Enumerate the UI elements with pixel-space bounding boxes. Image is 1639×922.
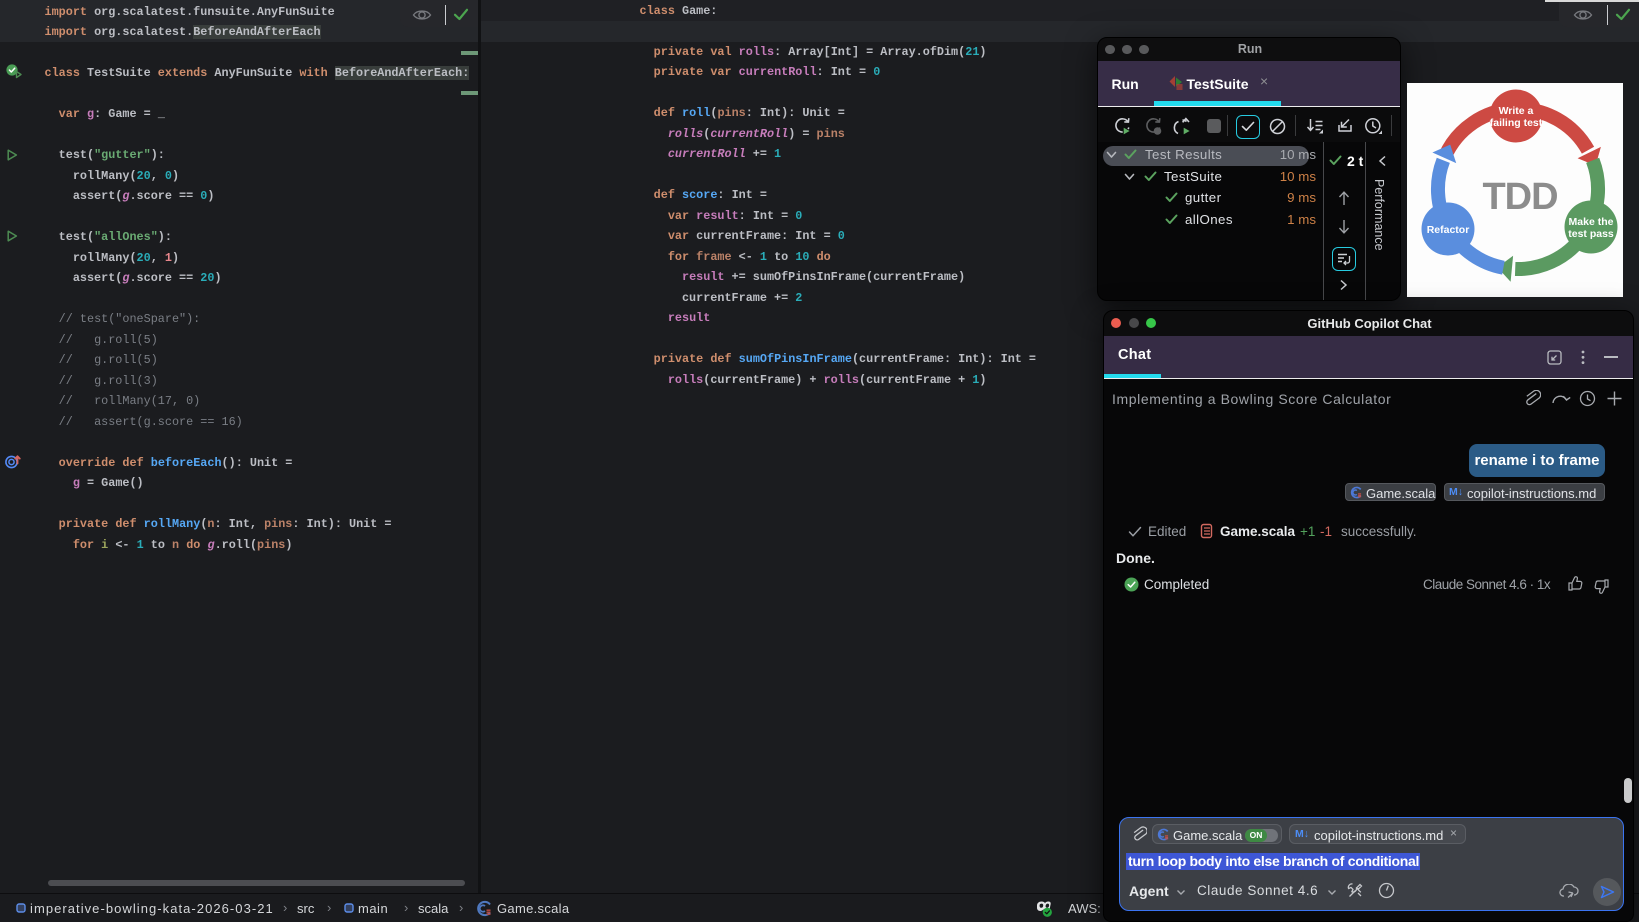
svg-text:TDD: TDD [1482, 176, 1557, 218]
svg-text:Refactor: Refactor [1427, 224, 1470, 236]
svg-text:Make thetest pass: Make the test pass [1568, 216, 1614, 240]
